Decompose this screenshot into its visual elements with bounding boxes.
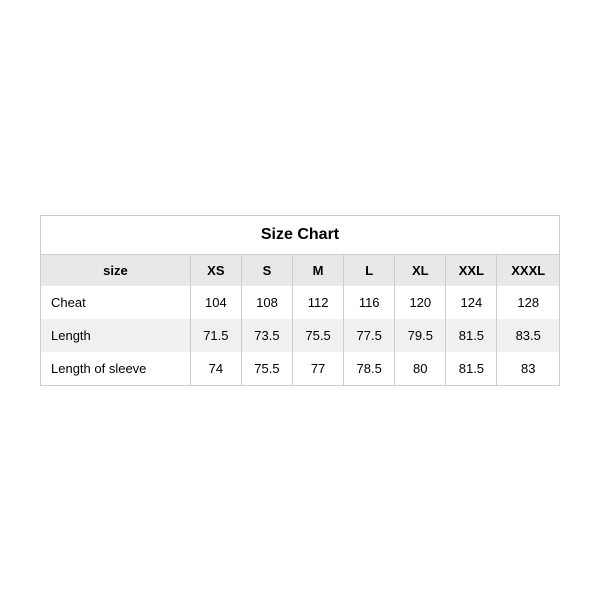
header-col-5: XL [395, 255, 446, 286]
size-chart-container: Size Chart sizeXSSMLXLXXLXXXL Cheat10410… [40, 215, 560, 386]
table-row: Length of sleeve7475.57778.58081.583 [41, 352, 559, 385]
row-0-col-5: 124 [446, 286, 497, 319]
row-1-col-0: 71.5 [190, 319, 241, 352]
row-1-col-3: 77.5 [344, 319, 395, 352]
row-1-label: Length [41, 319, 190, 352]
size-chart-table: sizeXSSMLXLXXLXXXL Cheat1041081121161201… [41, 255, 559, 385]
row-0-label: Cheat [41, 286, 190, 319]
header-col-0: size [41, 255, 190, 286]
table-title: Size Chart [41, 216, 559, 255]
table-row: Cheat104108112116120124128 [41, 286, 559, 319]
header-col-2: S [241, 255, 292, 286]
row-0-col-6: 128 [497, 286, 559, 319]
row-2-col-6: 83 [497, 352, 559, 385]
row-1-col-4: 79.5 [395, 319, 446, 352]
row-0-col-2: 112 [293, 286, 344, 319]
table-row: Length71.573.575.577.579.581.583.5 [41, 319, 559, 352]
header-col-6: XXL [446, 255, 497, 286]
row-0-col-1: 108 [241, 286, 292, 319]
table-body: Cheat104108112116120124128Length71.573.5… [41, 286, 559, 385]
row-0-col-3: 116 [344, 286, 395, 319]
row-2-col-2: 77 [293, 352, 344, 385]
header-col-3: M [293, 255, 344, 286]
table-header-row: sizeXSSMLXLXXLXXXL [41, 255, 559, 286]
header-col-1: XS [190, 255, 241, 286]
row-1-col-2: 75.5 [293, 319, 344, 352]
row-1-col-5: 81.5 [446, 319, 497, 352]
row-2-label: Length of sleeve [41, 352, 190, 385]
header-col-4: L [344, 255, 395, 286]
row-2-col-5: 81.5 [446, 352, 497, 385]
row-0-col-0: 104 [190, 286, 241, 319]
row-2-col-0: 74 [190, 352, 241, 385]
row-2-col-4: 80 [395, 352, 446, 385]
row-0-col-4: 120 [395, 286, 446, 319]
header-col-7: XXXL [497, 255, 559, 286]
row-2-col-3: 78.5 [344, 352, 395, 385]
row-2-col-1: 75.5 [241, 352, 292, 385]
row-1-col-6: 83.5 [497, 319, 559, 352]
row-1-col-1: 73.5 [241, 319, 292, 352]
